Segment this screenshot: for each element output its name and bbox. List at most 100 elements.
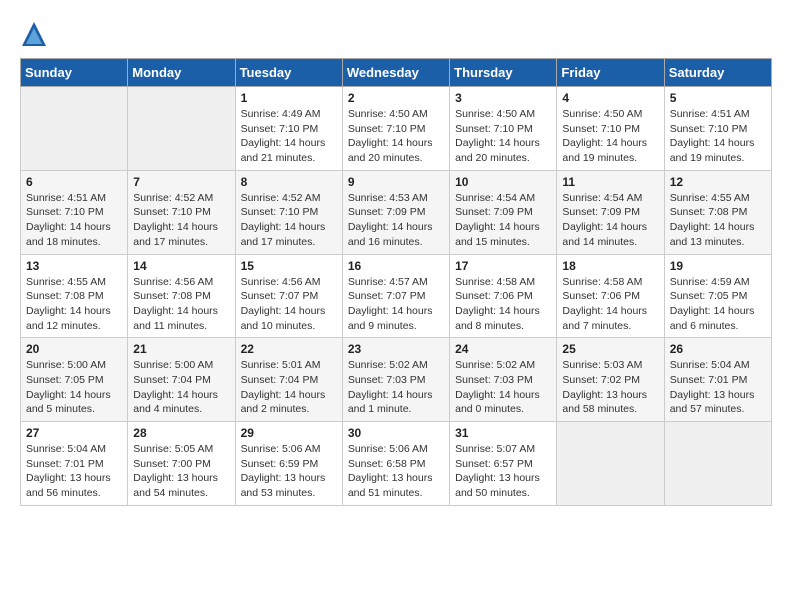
calendar-cell: 30 Sunrise: 5:06 AMSunset: 6:58 PMDayligh… <box>342 422 449 506</box>
calendar-cell: 11 Sunrise: 4:54 AMSunset: 7:09 PMDayligh… <box>557 170 664 254</box>
calendar-cell: 2 Sunrise: 4:50 AMSunset: 7:10 PMDaylight… <box>342 87 449 171</box>
calendar-cell: 12 Sunrise: 4:55 AMSunset: 7:08 PMDayligh… <box>664 170 771 254</box>
calendar-cell: 22 Sunrise: 5:01 AMSunset: 7:04 PMDayligh… <box>235 338 342 422</box>
day-number: 22 <box>241 342 337 356</box>
day-number: 5 <box>670 91 766 105</box>
calendar-cell: 23Sunrise: 5:02 AMSunset: 7:03 PMDayligh… <box>342 338 449 422</box>
day-info: Sunrise: 4:52 AMSunset: 7:10 PMDaylight:… <box>241 191 337 250</box>
day-info: Sunrise: 4:50 AMSunset: 7:10 PMDaylight:… <box>348 107 444 166</box>
calendar-cell: 8 Sunrise: 4:52 AMSunset: 7:10 PMDaylight… <box>235 170 342 254</box>
day-number: 1 <box>241 91 337 105</box>
day-number: 13 <box>26 259 122 273</box>
day-number: 15 <box>241 259 337 273</box>
calendar-cell: 6 Sunrise: 4:51 AMSunset: 7:10 PMDaylight… <box>21 170 128 254</box>
calendar-cell: 31 Sunrise: 5:07 AMSunset: 6:57 PMDayligh… <box>450 422 557 506</box>
day-info: Sunrise: 4:50 AMSunset: 7:10 PMDaylight:… <box>455 107 551 166</box>
day-info: Sunrise: 4:55 AMSunset: 7:08 PMDaylight:… <box>670 191 766 250</box>
day-info: Sunrise: 4:56 AMSunset: 7:08 PMDaylight:… <box>133 275 229 334</box>
day-info: Sunrise: 5:07 AMSunset: 6:57 PMDaylight:… <box>455 442 551 501</box>
day-number: 31 <box>455 426 551 440</box>
day-number: 9 <box>348 175 444 189</box>
calendar-cell: 14Sunrise: 4:56 AMSunset: 7:08 PMDayligh… <box>128 254 235 338</box>
day-number: 7 <box>133 175 229 189</box>
day-number: 8 <box>241 175 337 189</box>
day-number: 30 <box>348 426 444 440</box>
calendar-cell: 3 Sunrise: 4:50 AMSunset: 7:10 PMDaylight… <box>450 87 557 171</box>
day-info: Sunrise: 5:00 AMSunset: 7:05 PMDaylight:… <box>26 358 122 417</box>
calendar-cell <box>664 422 771 506</box>
day-number: 11 <box>562 175 658 189</box>
calendar-cell: 10 Sunrise: 4:54 AMSunset: 7:09 PMDayligh… <box>450 170 557 254</box>
day-number: 24 <box>455 342 551 356</box>
calendar-cell: 17 Sunrise: 4:58 AMSunset: 7:06 PMDayligh… <box>450 254 557 338</box>
day-info: Sunrise: 5:06 AMSunset: 6:58 PMDaylight:… <box>348 442 444 501</box>
calendar-cell <box>557 422 664 506</box>
day-info: Sunrise: 4:51 AMSunset: 7:10 PMDaylight:… <box>26 191 122 250</box>
calendar-week-row: 6 Sunrise: 4:51 AMSunset: 7:10 PMDaylight… <box>21 170 772 254</box>
day-number: 12 <box>670 175 766 189</box>
day-info: Sunrise: 5:01 AMSunset: 7:04 PMDaylight:… <box>241 358 337 417</box>
day-info: Sunrise: 4:52 AMSunset: 7:10 PMDaylight:… <box>133 191 229 250</box>
day-info: Sunrise: 5:06 AMSunset: 6:59 PMDaylight:… <box>241 442 337 501</box>
calendar-cell: 27Sunrise: 5:04 AMSunset: 7:01 PMDayligh… <box>21 422 128 506</box>
day-number: 19 <box>670 259 766 273</box>
day-number: 17 <box>455 259 551 273</box>
column-header-thursday: Thursday <box>450 59 557 87</box>
day-number: 20 <box>26 342 122 356</box>
day-info: Sunrise: 4:50 AMSunset: 7:10 PMDaylight:… <box>562 107 658 166</box>
calendar-cell <box>21 87 128 171</box>
day-number: 6 <box>26 175 122 189</box>
calendar-cell: 18 Sunrise: 4:58 AMSunset: 7:06 PMDayligh… <box>557 254 664 338</box>
day-info: Sunrise: 4:57 AMSunset: 7:07 PMDaylight:… <box>348 275 444 334</box>
day-number: 21 <box>133 342 229 356</box>
day-info: Sunrise: 4:51 AMSunset: 7:10 PMDaylight:… <box>670 107 766 166</box>
calendar-cell <box>128 87 235 171</box>
calendar-cell: 25Sunrise: 5:03 AMSunset: 7:02 PMDayligh… <box>557 338 664 422</box>
day-info: Sunrise: 4:59 AMSunset: 7:05 PMDaylight:… <box>670 275 766 334</box>
calendar-cell: 1 Sunrise: 4:49 AMSunset: 7:10 PMDaylight… <box>235 87 342 171</box>
day-info: Sunrise: 4:53 AMSunset: 7:09 PMDaylight:… <box>348 191 444 250</box>
logo-icon <box>20 20 48 48</box>
day-info: Sunrise: 4:49 AMSunset: 7:10 PMDaylight:… <box>241 107 337 166</box>
day-number: 10 <box>455 175 551 189</box>
day-number: 29 <box>241 426 337 440</box>
logo <box>20 20 50 48</box>
day-info: Sunrise: 4:54 AMSunset: 7:09 PMDaylight:… <box>562 191 658 250</box>
column-header-wednesday: Wednesday <box>342 59 449 87</box>
calendar-week-row: 27Sunrise: 5:04 AMSunset: 7:01 PMDayligh… <box>21 422 772 506</box>
day-info: Sunrise: 4:56 AMSunset: 7:07 PMDaylight:… <box>241 275 337 334</box>
day-number: 2 <box>348 91 444 105</box>
day-info: Sunrise: 5:05 AMSunset: 7:00 PMDaylight:… <box>133 442 229 501</box>
day-info: Sunrise: 4:55 AMSunset: 7:08 PMDaylight:… <box>26 275 122 334</box>
calendar-cell: 5 Sunrise: 4:51 AMSunset: 7:10 PMDaylight… <box>664 87 771 171</box>
column-header-saturday: Saturday <box>664 59 771 87</box>
day-info: Sunrise: 4:58 AMSunset: 7:06 PMDaylight:… <box>562 275 658 334</box>
day-info: Sunrise: 5:04 AMSunset: 7:01 PMDaylight:… <box>670 358 766 417</box>
calendar-cell: 26 Sunrise: 5:04 AMSunset: 7:01 PMDayligh… <box>664 338 771 422</box>
calendar-week-row: 20 Sunrise: 5:00 AMSunset: 7:05 PMDayligh… <box>21 338 772 422</box>
calendar-week-row: 1 Sunrise: 4:49 AMSunset: 7:10 PMDaylight… <box>21 87 772 171</box>
day-number: 3 <box>455 91 551 105</box>
day-info: Sunrise: 5:04 AMSunset: 7:01 PMDaylight:… <box>26 442 122 501</box>
column-header-monday: Monday <box>128 59 235 87</box>
day-info: Sunrise: 5:02 AMSunset: 7:03 PMDaylight:… <box>455 358 551 417</box>
day-number: 23 <box>348 342 444 356</box>
day-number: 25 <box>562 342 658 356</box>
day-info: Sunrise: 4:54 AMSunset: 7:09 PMDaylight:… <box>455 191 551 250</box>
calendar-header-row: SundayMondayTuesdayWednesdayThursdayFrid… <box>21 59 772 87</box>
calendar-cell: 20 Sunrise: 5:00 AMSunset: 7:05 PMDayligh… <box>21 338 128 422</box>
day-number: 16 <box>348 259 444 273</box>
calendar-table: SundayMondayTuesdayWednesdayThursdayFrid… <box>20 58 772 506</box>
column-header-tuesday: Tuesday <box>235 59 342 87</box>
day-info: Sunrise: 4:58 AMSunset: 7:06 PMDaylight:… <box>455 275 551 334</box>
calendar-cell: 29 Sunrise: 5:06 AMSunset: 6:59 PMDayligh… <box>235 422 342 506</box>
calendar-cell: 28 Sunrise: 5:05 AMSunset: 7:00 PMDayligh… <box>128 422 235 506</box>
day-number: 4 <box>562 91 658 105</box>
calendar-cell: 21Sunrise: 5:00 AMSunset: 7:04 PMDayligh… <box>128 338 235 422</box>
column-header-sunday: Sunday <box>21 59 128 87</box>
day-number: 26 <box>670 342 766 356</box>
day-number: 28 <box>133 426 229 440</box>
calendar-cell: 4 Sunrise: 4:50 AMSunset: 7:10 PMDaylight… <box>557 87 664 171</box>
day-number: 18 <box>562 259 658 273</box>
calendar-cell: 13 Sunrise: 4:55 AMSunset: 7:08 PMDayligh… <box>21 254 128 338</box>
